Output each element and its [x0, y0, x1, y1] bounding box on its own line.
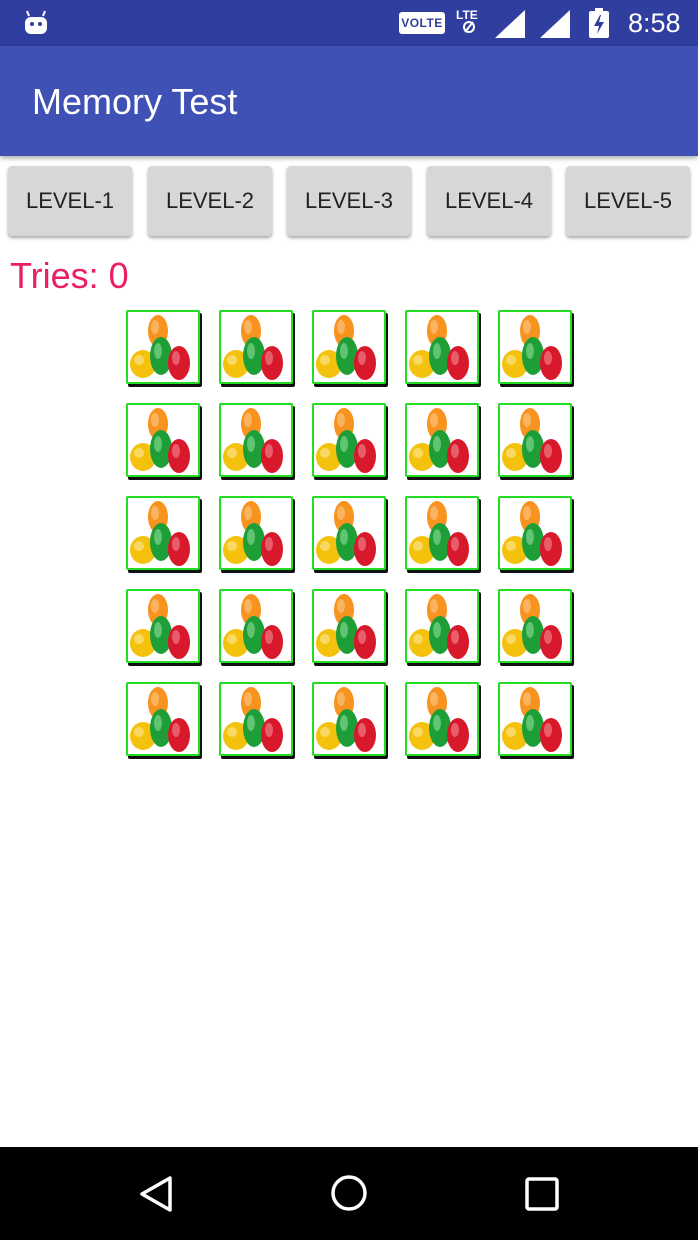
memory-card[interactable]	[312, 310, 386, 384]
jellybeans-icon	[407, 312, 477, 382]
memory-card[interactable]	[126, 682, 200, 756]
jellybeans-icon	[314, 405, 384, 475]
home-icon[interactable]	[329, 1173, 369, 1218]
memory-card[interactable]	[405, 310, 479, 384]
jellybeans-icon	[221, 312, 291, 382]
battery-charging-icon	[588, 8, 610, 43]
jellybeans-icon	[314, 498, 384, 568]
level-3-button[interactable]: LEVEL-3	[287, 166, 411, 236]
navigation-bar	[0, 1147, 698, 1240]
memory-card[interactable]	[498, 589, 572, 663]
memory-card[interactable]	[312, 403, 386, 477]
jellybeans-icon	[500, 591, 570, 661]
level-4-button[interactable]: LEVEL-4	[427, 166, 551, 236]
jellybeans-icon	[407, 591, 477, 661]
memory-card[interactable]	[405, 403, 479, 477]
memory-card[interactable]	[126, 589, 200, 663]
jellybeans-icon	[128, 498, 198, 568]
jellybeans-icon	[500, 405, 570, 475]
jellybeans-icon	[221, 591, 291, 661]
status-bar: VOLTE LTE 8:58	[0, 0, 698, 46]
svg-text:LTE: LTE	[456, 8, 478, 22]
android-icon	[24, 9, 48, 40]
memory-card[interactable]	[312, 496, 386, 570]
jellybeans-icon	[500, 684, 570, 754]
jellybeans-icon	[221, 684, 291, 754]
memory-card[interactable]	[312, 682, 386, 756]
memory-card[interactable]	[219, 496, 293, 570]
memory-card[interactable]	[498, 310, 572, 384]
memory-card[interactable]	[126, 403, 200, 477]
tries-label: Tries:	[10, 255, 109, 296]
memory-card[interactable]	[126, 496, 200, 570]
memory-card[interactable]	[219, 682, 293, 756]
memory-card[interactable]	[219, 310, 293, 384]
card-grid	[126, 310, 576, 760]
memory-card[interactable]	[126, 310, 200, 384]
jellybeans-icon	[314, 591, 384, 661]
memory-card[interactable]	[219, 589, 293, 663]
app-title: Memory Test	[32, 81, 238, 122]
memory-card[interactable]	[405, 682, 479, 756]
jellybeans-icon	[128, 591, 198, 661]
memory-card[interactable]	[498, 682, 572, 756]
memory-card[interactable]	[498, 496, 572, 570]
jellybeans-icon	[500, 498, 570, 568]
jellybeans-icon	[407, 405, 477, 475]
tries-counter: Tries: 0	[10, 255, 129, 297]
level-5-button[interactable]: LEVEL-5	[566, 166, 690, 236]
level-2-button[interactable]: LEVEL-2	[148, 166, 272, 236]
app-bar: Memory Test	[0, 46, 698, 156]
clock: 8:58	[628, 8, 681, 38]
signal-icon	[495, 10, 525, 43]
jellybeans-icon	[221, 405, 291, 475]
jellybeans-icon	[500, 312, 570, 382]
jellybeans-icon	[128, 684, 198, 754]
memory-card[interactable]	[405, 589, 479, 663]
jellybeans-icon	[128, 312, 198, 382]
recent-apps-icon[interactable]	[524, 1176, 560, 1217]
lte-icon: LTE	[455, 8, 491, 36]
jellybeans-icon	[407, 498, 477, 568]
tries-value: 0	[108, 255, 129, 296]
jellybeans-icon	[407, 684, 477, 754]
jellybeans-icon	[314, 312, 384, 382]
jellybeans-icon	[314, 684, 384, 754]
memory-card[interactable]	[498, 403, 572, 477]
memory-card[interactable]	[312, 589, 386, 663]
volte-icon: VOLTE	[399, 12, 445, 34]
jellybeans-icon	[128, 405, 198, 475]
level-buttons: LEVEL-1 LEVEL-2 LEVEL-3 LEVEL-4 LEVEL-5	[0, 166, 698, 238]
level-1-button[interactable]: LEVEL-1	[8, 166, 132, 236]
back-icon[interactable]	[138, 1175, 174, 1218]
memory-card[interactable]	[405, 496, 479, 570]
signal-icon	[540, 10, 570, 43]
jellybeans-icon	[221, 498, 291, 568]
memory-card[interactable]	[219, 403, 293, 477]
